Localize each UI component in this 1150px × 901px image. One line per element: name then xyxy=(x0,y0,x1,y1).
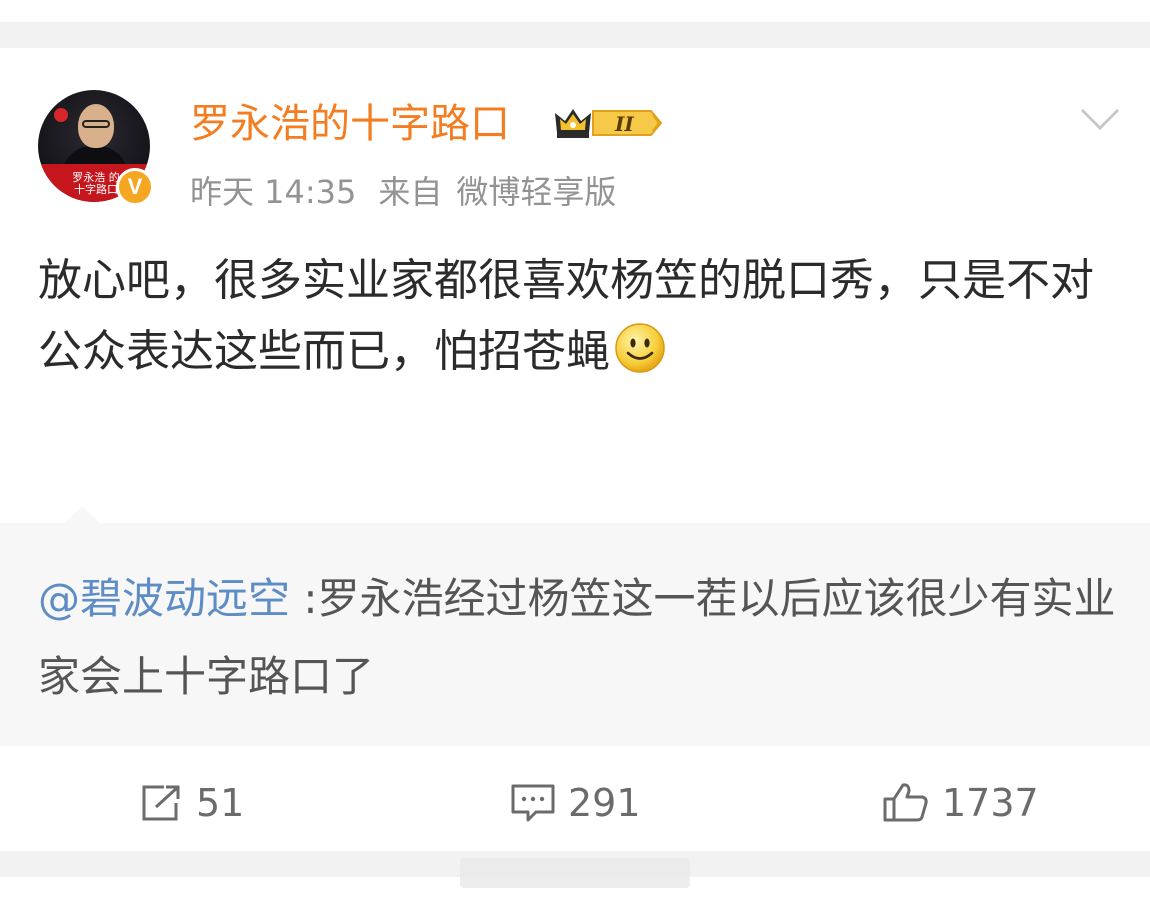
like-button[interactable]: 1737 xyxy=(882,778,1039,828)
post-source[interactable]: 微博轻享版 xyxy=(456,173,616,211)
weibo-post-card: 罗永浩 的十字路口 V 罗永浩的十字路口 II 昨天 14:35 来自 微博轻享版 … xyxy=(0,48,1150,851)
comment-count: 291 xyxy=(568,781,641,825)
post-body: 放心吧，很多实业家都很喜欢杨笠的脱口秀，只是不对公众表达这些而已，怕招苍蝇 xyxy=(38,245,1128,387)
repost-mention[interactable]: @碧波动远空 xyxy=(38,574,290,623)
verified-badge-icon: V xyxy=(116,168,154,206)
share-button[interactable]: 51 xyxy=(140,778,244,828)
like-icon xyxy=(883,783,928,822)
watermark xyxy=(460,858,690,888)
share-icon xyxy=(142,785,180,821)
source-prefix: 来自 xyxy=(378,173,443,211)
post-text: 放心吧，很多实业家都很喜欢杨笠的脱口秀，只是不对公众表达这些而已，怕招苍蝇 xyxy=(38,255,1094,377)
chevron-down-icon[interactable] xyxy=(1078,104,1122,134)
repost-text[interactable]: @碧波动远空 :罗永浩经过杨笠这一茬以后应该很少有实业家会上十字路口了 xyxy=(38,560,1128,716)
like-count: 1737 xyxy=(942,781,1039,825)
share-count: 51 xyxy=(196,781,245,825)
previous-card-edge xyxy=(0,0,1150,22)
card-separator xyxy=(0,22,1150,48)
action-bar: 51 291 1737 xyxy=(0,768,1150,834)
comment-button[interactable]: 291 xyxy=(510,778,641,828)
post-time: 昨天 14:35 xyxy=(190,173,357,211)
channel-logo-icon xyxy=(54,108,68,122)
comment-icon xyxy=(511,784,555,822)
repost-pointer xyxy=(64,506,100,523)
svg-text:II: II xyxy=(614,112,634,136)
vip-level-badge[interactable]: II xyxy=(553,103,665,143)
author-name[interactable]: 罗永浩的十字路口 xyxy=(190,100,510,148)
avatar-glasses xyxy=(82,120,110,128)
post-meta: 昨天 14:35 来自 微博轻享版 xyxy=(190,172,638,212)
crown-icon xyxy=(555,109,591,138)
smile-icon xyxy=(615,323,665,373)
